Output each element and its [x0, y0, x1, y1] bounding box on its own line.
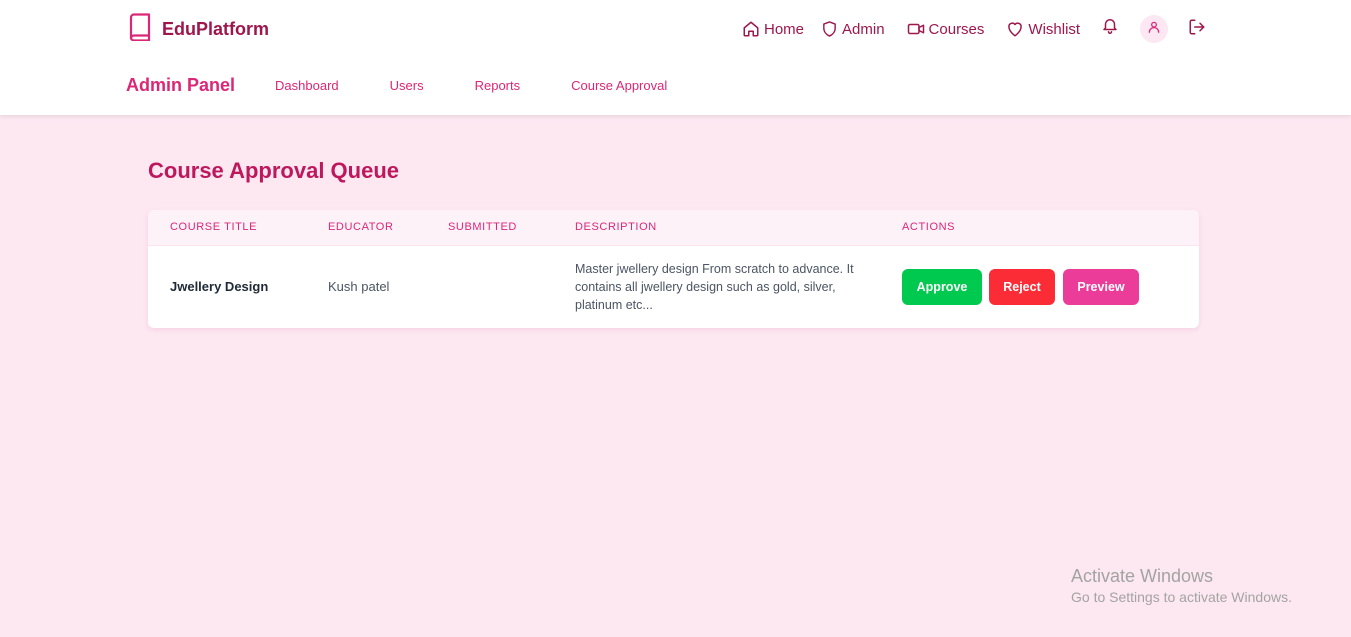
subnav-reports[interactable]: Reports [475, 78, 521, 93]
column-header-actions: Actions [902, 221, 956, 233]
video-icon [907, 20, 925, 38]
notifications-button[interactable] [1101, 16, 1119, 39]
nav-wishlist-label: Wishlist [1028, 20, 1081, 38]
approval-table: Course Title Educator Submitted Descript… [148, 210, 1199, 328]
column-header-educator: Educator [328, 221, 394, 233]
educator-cell: Kush patel [328, 279, 390, 294]
windows-activation-watermark: Activate Windows Go to Settings to activ… [1071, 565, 1292, 606]
watermark-title: Activate Windows [1071, 566, 1214, 586]
home-icon [742, 20, 760, 38]
brand-logo[interactable]: EduPlatform [128, 12, 270, 46]
description-cell: Master jwellery design From scratch to a… [575, 262, 854, 312]
logout-button[interactable] [1188, 18, 1206, 41]
heart-icon [1006, 20, 1024, 38]
nav-courses-label: Courses [928, 20, 985, 38]
admin-subnav: Admin Panel Dashboard Users Reports Cour… [126, 72, 667, 98]
nav-home[interactable]: Home [742, 20, 804, 38]
bell-icon [1101, 16, 1119, 39]
subnav-course-approval[interactable]: Course Approval [571, 78, 667, 93]
top-navigation: Home Admin Courses Wishlist [742, 15, 1206, 43]
subnav-dashboard[interactable]: Dashboard [275, 78, 339, 93]
avatar[interactable] [1140, 15, 1169, 43]
nav-wishlist[interactable]: Wishlist [1006, 20, 1080, 38]
book-icon [128, 12, 152, 46]
shield-icon [821, 20, 838, 38]
column-header-description: Description [575, 221, 657, 233]
header: EduPlatform Home Admin Courses Wishlist … [0, 0, 1351, 115]
logout-icon [1188, 18, 1206, 41]
admin-panel-title: Admin Panel [126, 74, 236, 95]
brand-name: EduPlatform [162, 18, 270, 39]
table-header: Course Title Educator Submitted Descript… [148, 210, 1199, 246]
approve-button[interactable]: Approve [902, 269, 982, 305]
page-title: Course Approval Queue [148, 158, 400, 183]
watermark-subtitle: Go to Settings to activate Windows. [1071, 589, 1292, 605]
page: EduPlatform Home Admin Courses Wishlist … [0, 0, 1351, 637]
user-icon [1147, 20, 1161, 39]
column-header-course-title: Course Title [170, 221, 258, 233]
nav-courses[interactable]: Courses [907, 20, 985, 38]
nav-admin[interactable]: Admin [821, 20, 885, 38]
nav-home-label: Home [764, 20, 805, 38]
course-title-cell: Jwellery Design [170, 279, 269, 294]
column-header-submitted: Submitted [448, 221, 517, 233]
reject-button[interactable]: Reject [989, 269, 1055, 305]
subnav-users[interactable]: Users [390, 78, 424, 93]
nav-admin-label: Admin [842, 20, 885, 38]
preview-button[interactable]: Preview [1063, 269, 1139, 305]
